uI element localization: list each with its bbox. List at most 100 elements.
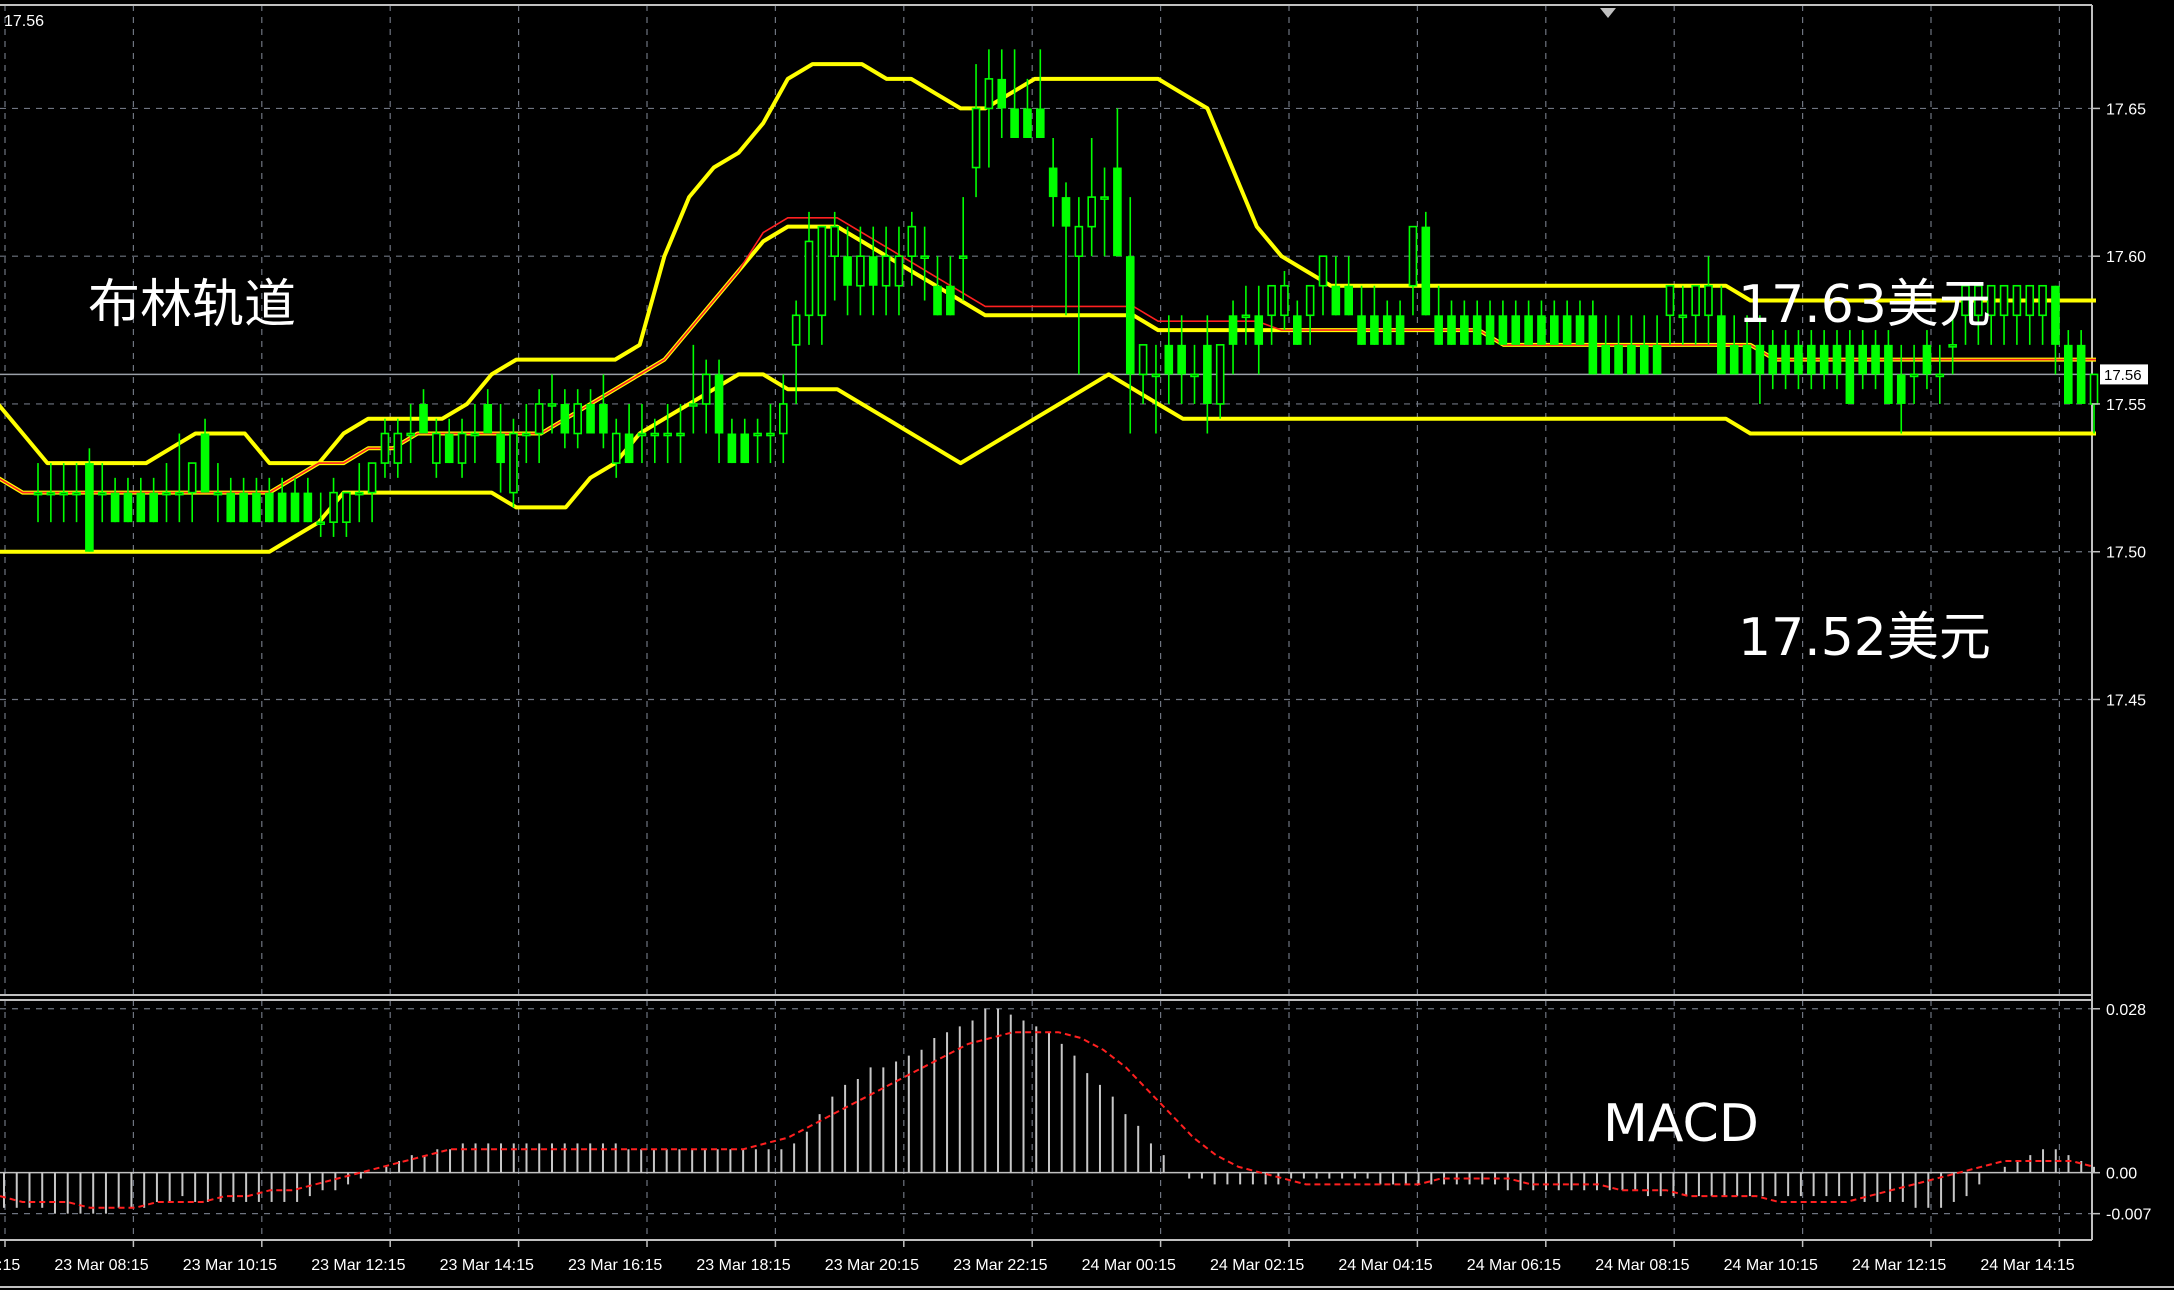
candle-body-down [1614, 344, 1623, 375]
x-tick-label: 24 Mar 12:15 [1852, 1257, 1946, 1274]
x-tick-label: 23 Mar 10:15 [183, 1257, 277, 1274]
x-tick-label: 23 Mar 08:15 [54, 1257, 148, 1274]
candle-body-down [1331, 285, 1341, 316]
candle-body-down [1781, 344, 1790, 375]
candle-body-down [1550, 315, 1559, 345]
bollinger-title: 布林轨道 [88, 275, 296, 335]
candle-body-up [97, 491, 107, 496]
candle-body-down [1819, 344, 1829, 375]
candle-body-down [85, 463, 94, 552]
y-tick-label: 17.55 [2106, 397, 2146, 414]
candle-body-down [1048, 167, 1058, 198]
candle-body-down [2051, 285, 2060, 345]
candle-body-down [1755, 344, 1765, 375]
candle-body-down [997, 78, 1007, 109]
candle-body-down [200, 433, 210, 493]
x-tick-label: 24 Mar 06:15 [1467, 1257, 1561, 1274]
x-tick-label: 23 Mar 12:15 [311, 1257, 405, 1274]
candle-body-down [239, 492, 248, 523]
candle-body-up [187, 462, 197, 494]
candle-body-down [483, 403, 493, 434]
candle-body-down [1498, 315, 1508, 345]
y-tick-label: 17.60 [2106, 249, 2146, 266]
candle-body-down [123, 492, 133, 523]
candle-body-up [1909, 373, 1919, 378]
current-price-tag-label: 17.56 [2104, 367, 2142, 384]
candle-body-down [740, 433, 750, 464]
macd-tick-label: 0.00 [2106, 1166, 2137, 1183]
candle-body-down [1228, 315, 1238, 345]
candle-body-up [329, 491, 338, 523]
x-tick-label: 24 Mar 14:15 [1980, 1257, 2074, 1274]
x-tick-label: 24 Mar 04:15 [1338, 1257, 1432, 1274]
candle-body-up [676, 432, 685, 437]
candle-body-down [1023, 108, 1032, 138]
candle-body-down [1344, 285, 1353, 316]
candle-body-up [894, 255, 904, 287]
candle-body-down [290, 492, 300, 523]
candle-body-up [1665, 284, 1675, 317]
candle-body-up [817, 225, 827, 317]
candle-body-up [1948, 344, 1957, 348]
candle-body-down [1575, 315, 1585, 345]
candle-body-down [1639, 344, 1649, 375]
candle-body-down [843, 256, 852, 286]
candle-body-up [830, 225, 840, 257]
macd-annotation: MACD [1603, 1094, 1759, 1154]
candle-body-up [1935, 373, 1945, 378]
candle-body-up [354, 491, 364, 496]
candle-body-down [1562, 315, 1572, 345]
candle-body-down [1524, 315, 1533, 345]
candle-body-down [1896, 374, 1906, 404]
candle-body-up [611, 432, 621, 464]
candle-body-up [1267, 284, 1276, 317]
candle-body-up [1138, 344, 1148, 376]
candle-body-up [958, 255, 968, 259]
candle-body-up [804, 240, 814, 317]
candle-body-up [1318, 255, 1328, 287]
candle-body-up [663, 432, 672, 437]
candle-body-down [110, 492, 120, 523]
candle-body-down [1871, 344, 1880, 375]
candle-body-up [1999, 284, 2009, 317]
candle-body-down [1382, 315, 1392, 345]
corner-price-label: 17.56 [4, 13, 44, 30]
candle-body-up [316, 521, 326, 525]
candle-body-up [342, 491, 351, 523]
x-tick-label: 23 Mar 16:15 [568, 1257, 662, 1274]
candle-body-up [162, 491, 171, 496]
candle-body-down [727, 433, 737, 464]
x-tick-label: 23 Mar 20:15 [825, 1257, 919, 1274]
candle-body-up [766, 432, 775, 437]
candle-body-up [1691, 284, 1700, 317]
candle-body-down [1884, 344, 1893, 404]
candle-body-up [72, 491, 81, 496]
candle-body-up [406, 432, 415, 437]
candle-body-up [432, 432, 441, 464]
candle-body-up [470, 432, 480, 437]
candle-body-down [1588, 315, 1598, 375]
candle-body-down [1858, 344, 1867, 375]
candle-body-up [920, 255, 929, 259]
candle-body-down [419, 403, 428, 434]
candle-body-down [1254, 315, 1264, 345]
x-tick-label: 24 Mar 02:15 [1210, 1257, 1304, 1274]
candle-body-down [1472, 315, 1482, 345]
y-tick-label: 17.50 [2106, 545, 2146, 562]
candle-body-down [599, 403, 608, 434]
macd-tick-label: -0.007 [2106, 1207, 2151, 1224]
candle-body-down [265, 492, 274, 523]
candle-body-down [624, 433, 634, 464]
candle-body-down [1768, 344, 1778, 375]
candle-body-up [1190, 373, 1199, 378]
candle-body-down [1460, 315, 1469, 345]
x-tick-label: 23 Mar 14:15 [440, 1257, 534, 1274]
candle-body-up [175, 491, 184, 496]
candle-body-up [1280, 284, 1289, 317]
candle-body-down [303, 492, 313, 523]
candle-body-up [856, 255, 865, 287]
candle-body-down [714, 374, 724, 434]
candle-body-up [1100, 196, 1109, 200]
candle-body-up [457, 432, 467, 464]
candle-body-up [1074, 225, 1084, 257]
